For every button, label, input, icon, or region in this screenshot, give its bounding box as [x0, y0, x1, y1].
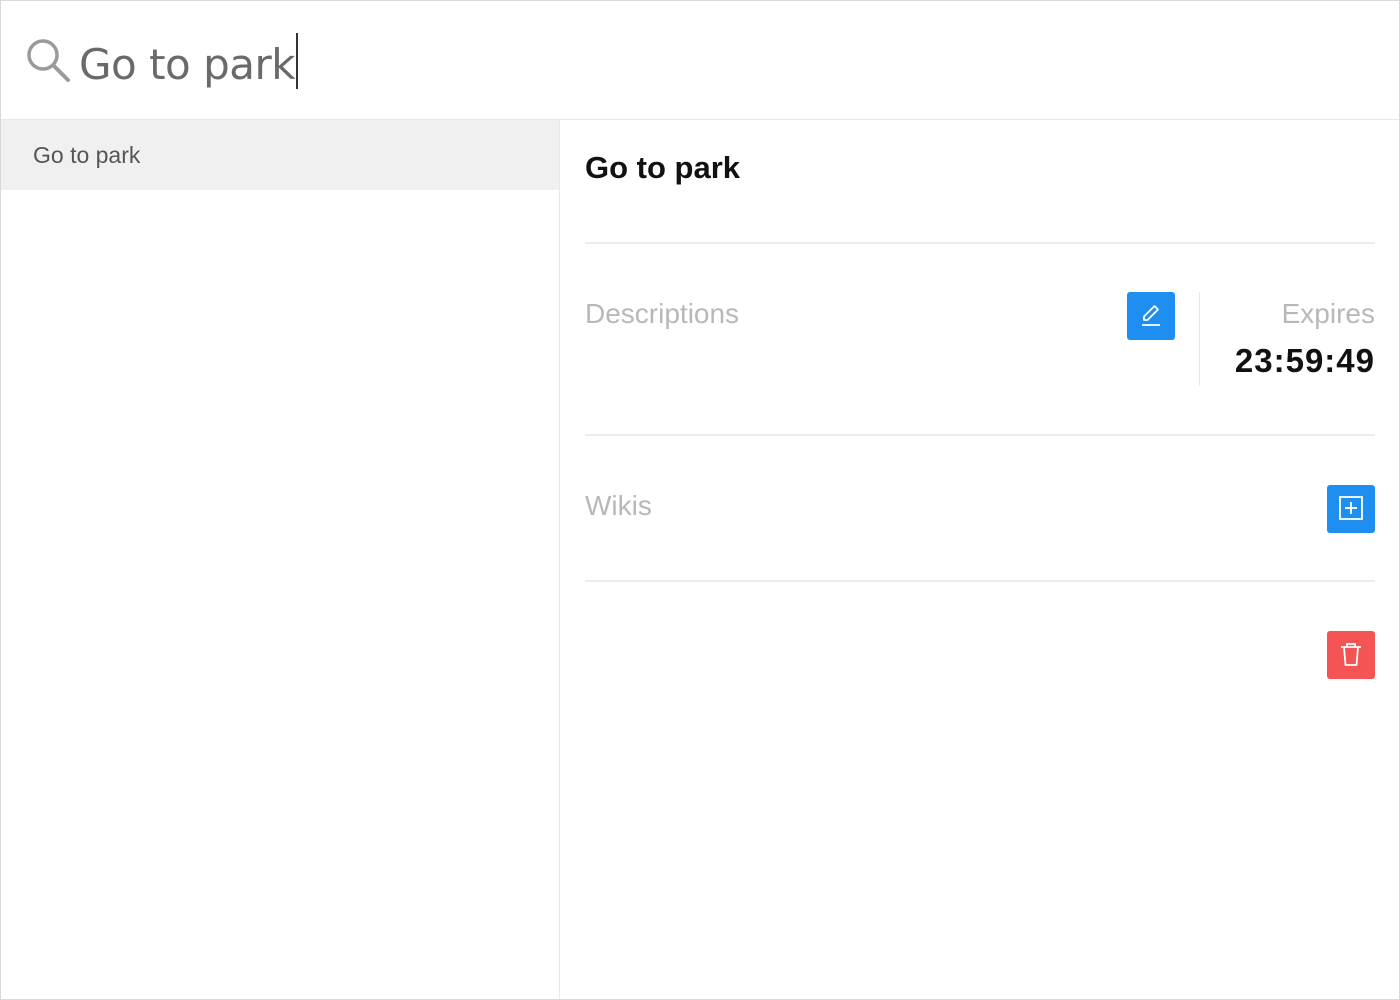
search-icon — [25, 37, 73, 85]
divider — [585, 580, 1375, 582]
expires-countdown: 23:59:49 — [1234, 342, 1375, 379]
wikis-label: Wikis — [585, 490, 652, 521]
list-item-label: Go to park — [33, 142, 141, 168]
expires-label: Expires — [1281, 298, 1375, 329]
pencil-icon — [1137, 301, 1165, 332]
plus-square-icon — [1337, 494, 1365, 525]
edit-description-button[interactable] — [1127, 292, 1175, 340]
descriptions-label: Descriptions — [585, 298, 740, 329]
detail-title: Go to park — [585, 150, 741, 185]
search-input[interactable]: Go to park — [79, 33, 299, 89]
search-bar: Go to park — [1, 1, 1399, 120]
search-query-text: Go to park — [79, 40, 296, 89]
trash-icon — [1337, 640, 1365, 671]
delete-button[interactable] — [1327, 631, 1375, 679]
launcher-window: Go to park Go to park Go to park Descrip… — [0, 0, 1400, 1000]
add-wiki-button[interactable] — [1327, 485, 1375, 533]
result-list: Go to park — [1, 120, 560, 999]
divider — [585, 434, 1375, 436]
list-item[interactable]: Go to park — [1, 120, 559, 190]
detail-pane: Go to park Descriptions Expires 23:59:49… — [585, 120, 1375, 999]
divider — [585, 242, 1375, 244]
text-caret — [296, 33, 299, 89]
vertical-divider — [1199, 292, 1200, 386]
